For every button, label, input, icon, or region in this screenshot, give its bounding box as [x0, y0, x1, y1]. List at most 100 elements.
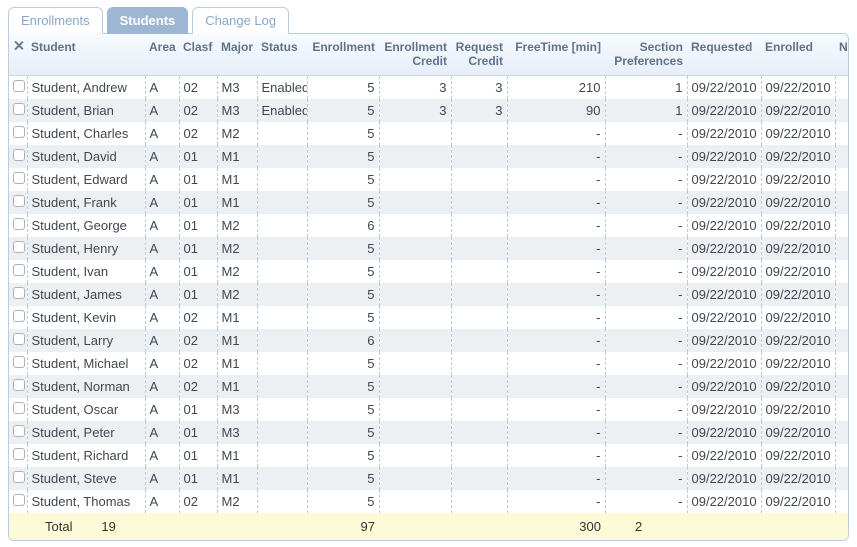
cell-requested: 09/22/2010 — [687, 306, 761, 329]
cell-section-pref: - — [605, 421, 687, 444]
cell-requested: 09/22/2010 — [687, 237, 761, 260]
table-row[interactable]: Student, DavidA01M15--09/22/201009/22/20… — [9, 145, 849, 168]
cell-note — [835, 260, 849, 283]
table-row[interactable]: Student, KevinA02M15--09/22/201009/22/20… — [9, 306, 849, 329]
table-row[interactable]: Student, EdwardA01M15--09/22/201009/22/2… — [9, 168, 849, 191]
table-row[interactable]: Student, BrianA02M3Enabled53390109/22/20… — [9, 99, 849, 122]
cell-request-credit — [451, 306, 507, 329]
table-row[interactable]: Student, PeterA01M35--09/22/201009/22/20… — [9, 421, 849, 444]
table-row[interactable]: Student, HenryA01M25--09/22/201009/22/20… — [9, 237, 849, 260]
cell-requested: 09/22/2010 — [687, 283, 761, 306]
row-select-cell — [9, 122, 27, 145]
table-row[interactable]: Student, MichaelA02M15--09/22/201009/22/… — [9, 352, 849, 375]
cell-request-credit — [451, 237, 507, 260]
row-checkbox[interactable] — [13, 379, 25, 391]
row-checkbox[interactable] — [13, 149, 25, 161]
students-panel: Student Area Clasf Major Status Enrollme… — [8, 33, 849, 541]
cell-student: Student, Norman — [27, 375, 145, 398]
table-row[interactable]: Student, NormanA02M15--09/22/201009/22/2… — [9, 375, 849, 398]
table-row[interactable]: Student, OscarA01M35--09/22/201009/22/20… — [9, 398, 849, 421]
cell-student: Student, Henry — [27, 237, 145, 260]
row-checkbox[interactable] — [13, 264, 25, 276]
col-requested[interactable]: Requested — [687, 34, 761, 75]
tab-change-log[interactable]: Change Log — [192, 7, 289, 34]
cell-enrollment: 5 — [307, 99, 379, 122]
close-icon — [13, 40, 24, 51]
cell-freetime: - — [507, 467, 605, 490]
tab-students[interactable]: Students — [107, 7, 189, 34]
cell-status — [257, 145, 307, 168]
table-row[interactable]: Student, ThomasA02M25--09/22/201009/22/2… — [9, 490, 849, 513]
cell-enrollment-credit — [379, 283, 451, 306]
cell-note — [835, 214, 849, 237]
cell-student: Student, David — [27, 145, 145, 168]
cell-enrolled: 09/22/2010 — [761, 352, 835, 375]
row-checkbox[interactable] — [13, 448, 25, 460]
col-enrollment[interactable]: Enrollment — [307, 34, 379, 75]
col-clasf[interactable]: Clasf — [179, 34, 217, 75]
row-checkbox[interactable] — [13, 241, 25, 253]
cell-request-credit — [451, 214, 507, 237]
col-area[interactable]: Area — [145, 34, 179, 75]
cell-enrolled: 09/22/2010 — [761, 237, 835, 260]
table-row[interactable]: Student, SteveA01M15--09/22/201009/22/20… — [9, 467, 849, 490]
col-major[interactable]: Major — [217, 34, 257, 75]
table-row[interactable]: Student, FrankA01M15--09/22/201009/22/20… — [9, 191, 849, 214]
cell-requested: 09/22/2010 — [687, 214, 761, 237]
col-enrollment-credit[interactable]: Enrollment Credit — [379, 34, 451, 75]
cell-note — [835, 122, 849, 145]
cell-enrollment-credit — [379, 421, 451, 444]
cell-status — [257, 467, 307, 490]
cell-requested: 09/22/2010 — [687, 260, 761, 283]
row-checkbox[interactable] — [13, 310, 25, 322]
cell-freetime: - — [507, 283, 605, 306]
cell-requested: 09/22/2010 — [687, 444, 761, 467]
row-checkbox[interactable] — [13, 333, 25, 345]
col-note[interactable]: Note — [835, 34, 849, 75]
col-request-credit[interactable]: Request Credit — [451, 34, 507, 75]
row-checkbox[interactable] — [13, 126, 25, 138]
cell-enrolled: 09/22/2010 — [761, 168, 835, 191]
cell-requested: 09/22/2010 — [687, 75, 761, 99]
row-checkbox[interactable] — [13, 80, 25, 92]
cell-major: M3 — [217, 398, 257, 421]
cell-area: A — [145, 283, 179, 306]
table-row[interactable]: Student, IvanA01M25--09/22/201009/22/201… — [9, 260, 849, 283]
row-checkbox[interactable] — [13, 494, 25, 506]
table-row[interactable]: Student, JamesA01M25--09/22/201009/22/20… — [9, 283, 849, 306]
cell-area: A — [145, 237, 179, 260]
row-checkbox[interactable] — [13, 356, 25, 368]
row-checkbox[interactable] — [13, 471, 25, 483]
cell-area: A — [145, 490, 179, 513]
cell-student: Student, George — [27, 214, 145, 237]
row-checkbox[interactable] — [13, 402, 25, 414]
row-checkbox[interactable] — [13, 287, 25, 299]
cell-enrolled: 09/22/2010 — [761, 75, 835, 99]
col-status[interactable]: Status — [257, 34, 307, 75]
table-header-row: Student Area Clasf Major Status Enrollme… — [9, 34, 849, 75]
table-row[interactable]: Student, AndrewA02M3Enabled533210109/22/… — [9, 75, 849, 99]
col-enrolled[interactable]: Enrolled — [761, 34, 835, 75]
row-checkbox[interactable] — [13, 172, 25, 184]
col-section-preferences[interactable]: Section Preferences — [605, 34, 687, 75]
cell-section-pref: - — [605, 145, 687, 168]
row-checkbox[interactable] — [13, 425, 25, 437]
cell-status — [257, 283, 307, 306]
table-row[interactable]: Student, CharlesA02M25--09/22/201009/22/… — [9, 122, 849, 145]
col-student[interactable]: Student — [27, 34, 145, 75]
cell-section-pref: - — [605, 398, 687, 421]
table-row[interactable]: Student, RichardA01M15--09/22/201009/22/… — [9, 444, 849, 467]
cell-section-pref: - — [605, 191, 687, 214]
col-select-all[interactable] — [9, 34, 27, 75]
cell-request-credit — [451, 375, 507, 398]
cell-enrollment-credit — [379, 260, 451, 283]
row-checkbox[interactable] — [13, 218, 25, 230]
cell-status — [257, 490, 307, 513]
col-freetime[interactable]: FreeTime [min] — [507, 34, 605, 75]
table-row[interactable]: Student, GeorgeA01M26--09/22/201009/22/2… — [9, 214, 849, 237]
tab-enrollments[interactable]: Enrollments — [8, 7, 103, 34]
cell-status — [257, 122, 307, 145]
table-row[interactable]: Student, LarryA02M16--09/22/201009/22/20… — [9, 329, 849, 352]
row-checkbox[interactable] — [13, 195, 25, 207]
row-checkbox[interactable] — [13, 103, 25, 115]
